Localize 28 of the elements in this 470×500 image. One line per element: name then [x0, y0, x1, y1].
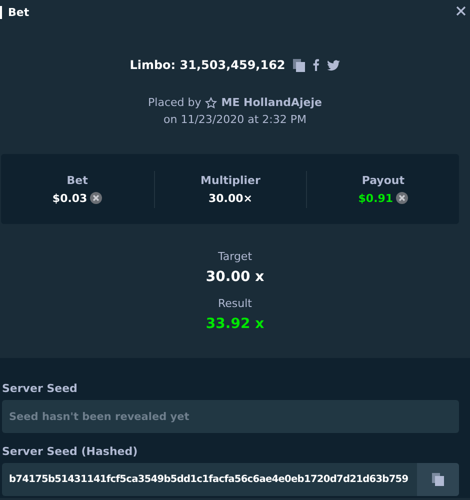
coin-icon: [90, 192, 102, 204]
dialog-title: Bet: [0, 6, 30, 18]
stat-value: $0.03: [52, 192, 88, 204]
outcome-label: Target: [218, 250, 252, 263]
field-label: Server Seed: [2, 382, 78, 395]
copy-icon: [432, 473, 444, 486]
close-icon[interactable]: [456, 6, 466, 16]
username[interactable]: ME HollandAjeje: [221, 94, 322, 111]
facebook-icon[interactable]: [313, 59, 320, 71]
field-label: Server Seed (Hashed): [2, 445, 139, 458]
star-icon: [205, 96, 218, 108]
bet-date: on 11/23/2020 at 2:32 PM: [162, 112, 308, 128]
outcome-value: 33.92 x: [206, 316, 264, 332]
stat-label: Bet: [66, 174, 88, 186]
outcome-value: 30.00 x: [206, 269, 264, 285]
placed-by-label: Placed by: [148, 95, 202, 111]
hash-field[interactable]: b74175b51431141fcf5ca3549b5dd1c1facfa56c6ae4e0eb1720d7d21d63b759: [2, 463, 459, 496]
coin-icon: [396, 192, 408, 204]
outcome-label: Result: [218, 297, 252, 310]
copy-button[interactable]: [417, 463, 459, 496]
game-id: Limbo: 31,503,459,162: [130, 58, 286, 72]
twitter-icon[interactable]: [327, 60, 340, 70]
stat-value: $0.91: [358, 192, 394, 204]
stat-value: 30.00×: [208, 192, 252, 204]
copy-icon[interactable]: [293, 58, 306, 72]
stat-label: Multiplier: [200, 174, 260, 186]
seed-field[interactable]: Seed hasn't been revealed yet: [2, 400, 459, 433]
stat-label: Payout: [362, 174, 404, 186]
